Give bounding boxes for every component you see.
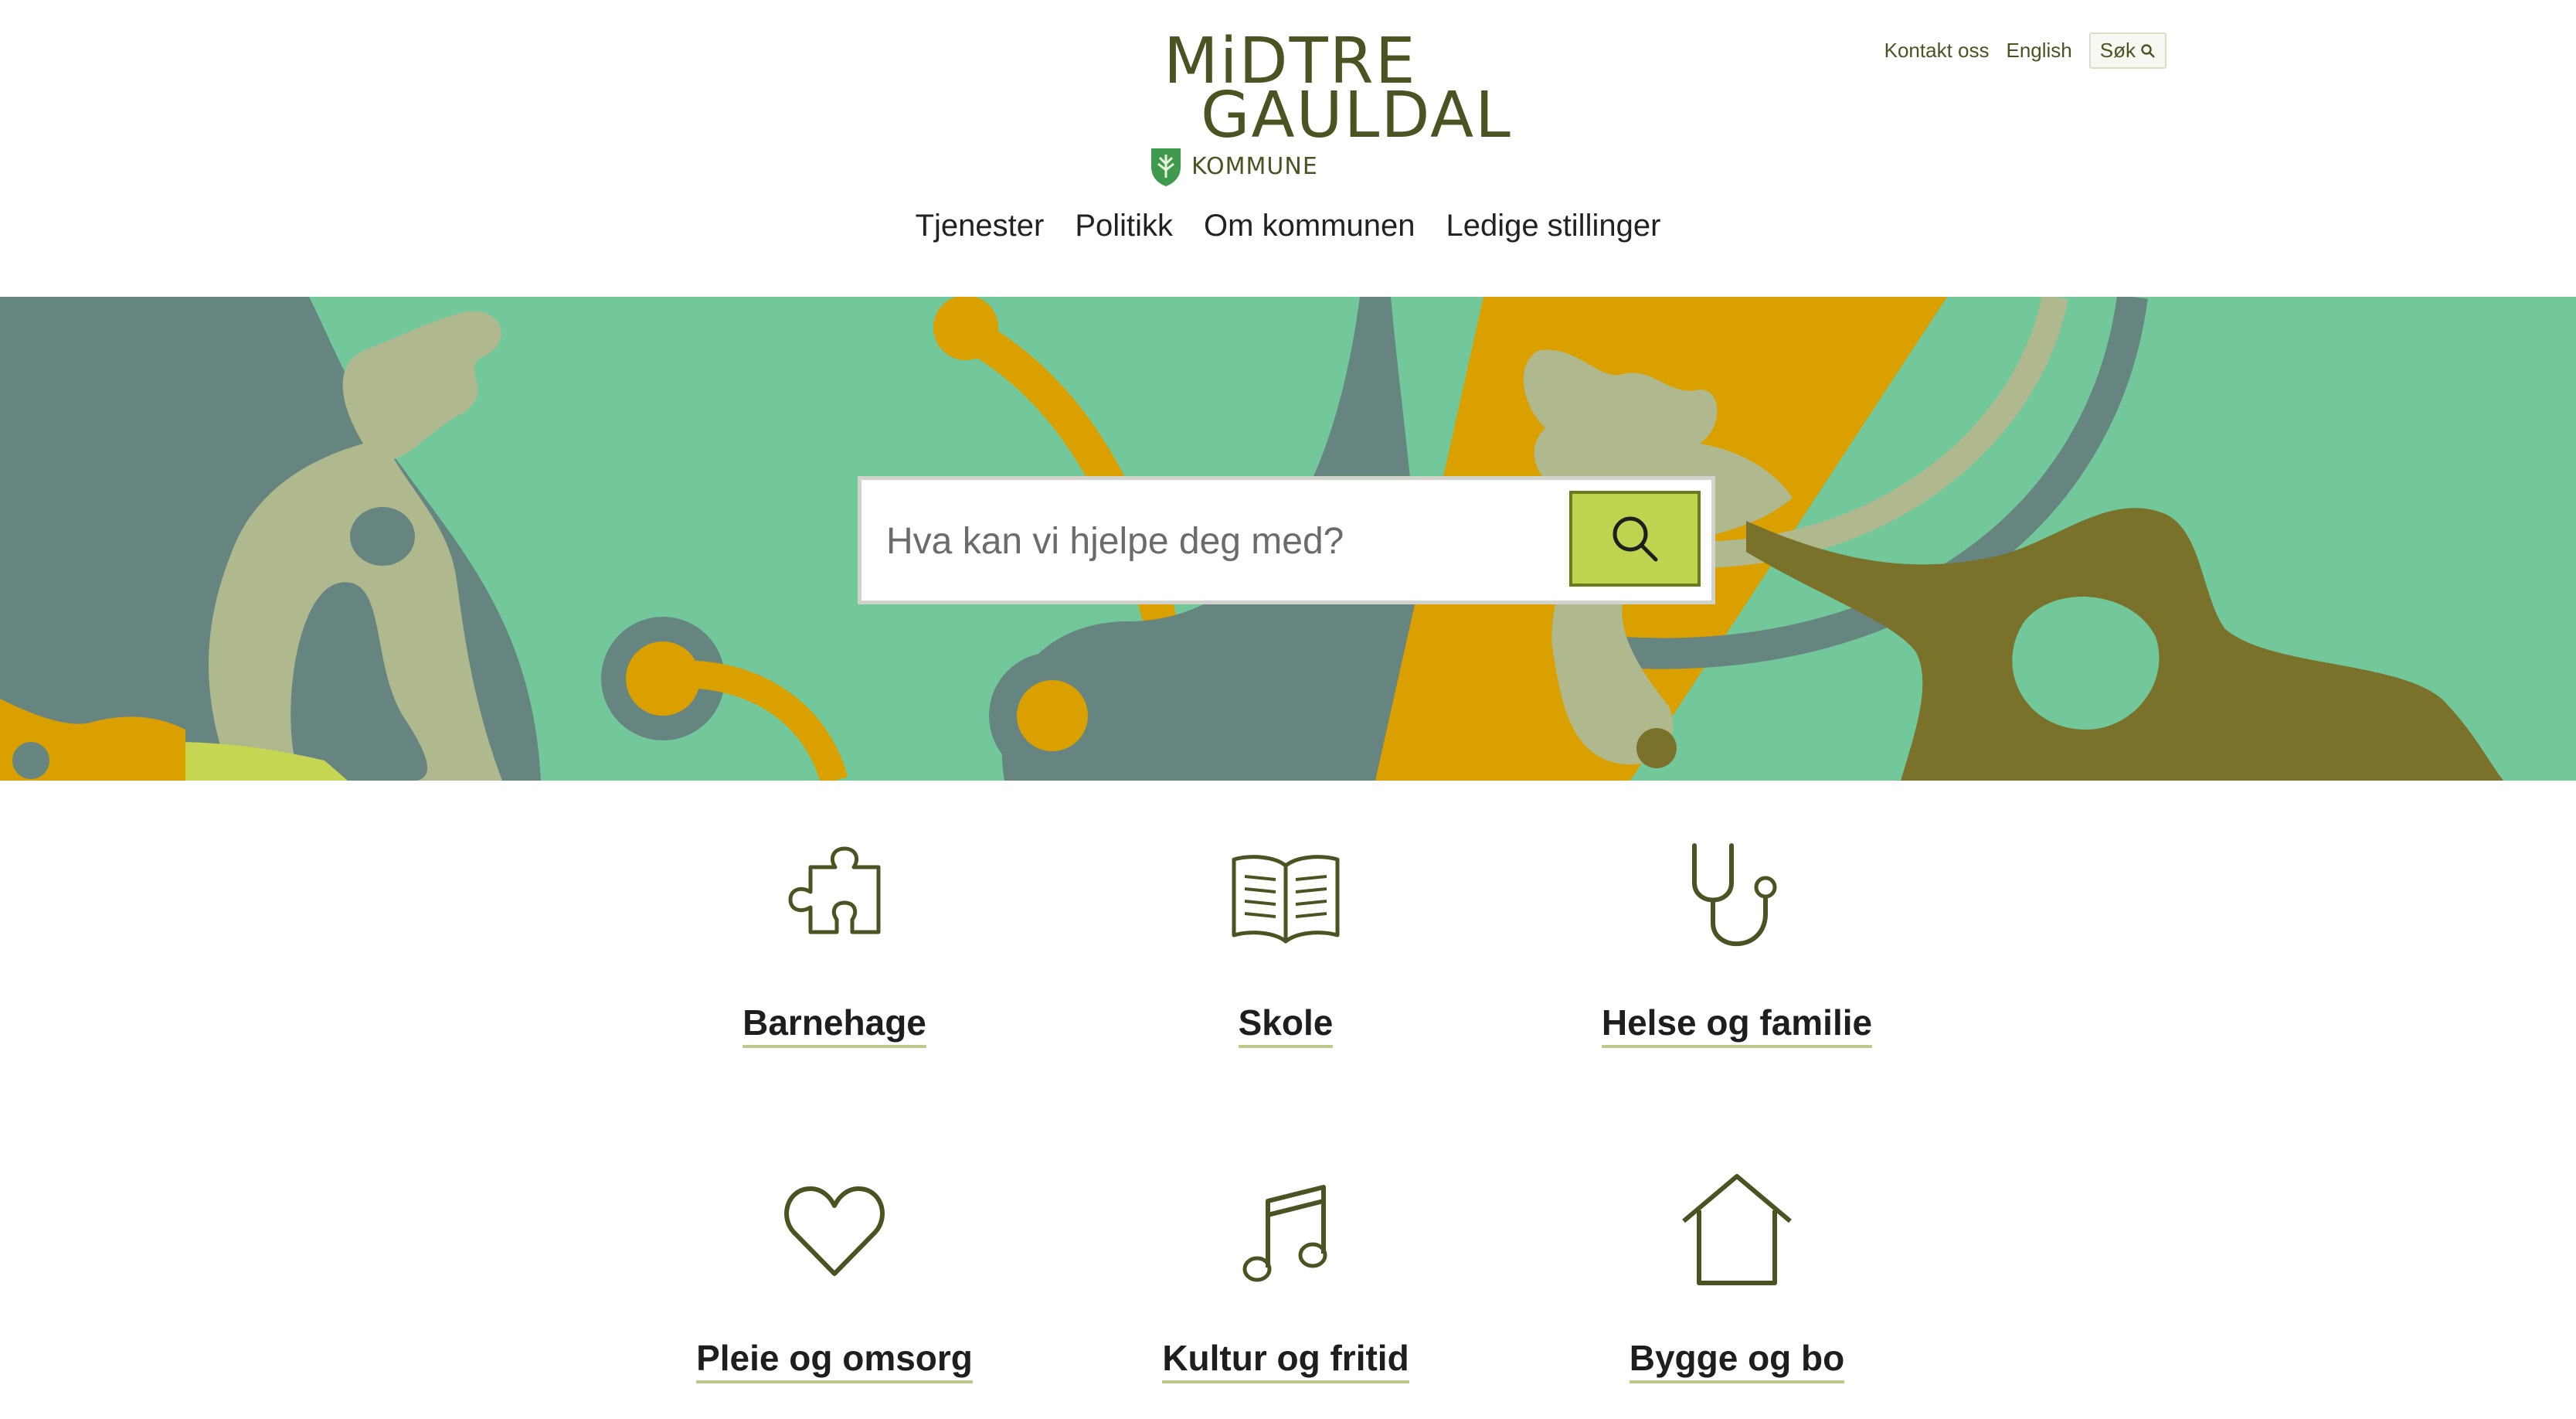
music-note-icon	[1242, 1185, 1327, 1282]
nav-jobs[interactable]: Ledige stillinger	[1446, 209, 1660, 243]
category-tile-skole[interactable]: Skole	[1062, 836, 1510, 1048]
category-tile-barnehage[interactable]: Barnehage	[610, 836, 1059, 1048]
nav-services[interactable]: Tjenester	[916, 209, 1045, 243]
house-icon	[1682, 1174, 1792, 1285]
logo-line-2: GAULDAL	[1201, 79, 1512, 152]
utility-links: Kontakt oss English Søk	[1884, 32, 2166, 69]
contact-link[interactable]: Kontakt oss	[1884, 39, 1990, 63]
hero-search-button[interactable]	[1569, 491, 1701, 587]
category-label: Skole	[1238, 1002, 1334, 1048]
search-toggle-label: Søk	[2099, 39, 2136, 62]
hero-search-box	[858, 476, 1715, 604]
hero-banner	[0, 297, 2576, 781]
category-tile-kultur[interactable]: Kultur og fritid	[1062, 1172, 1510, 1383]
search-toggle-button[interactable]: Søk	[2088, 32, 2166, 69]
search-icon	[1613, 516, 1658, 562]
category-label: Helse og familie	[1601, 1002, 1873, 1048]
logo-subtitle: KOMMUNE	[1191, 153, 1318, 180]
category-tile-helse[interactable]: Helse og familie	[1513, 836, 1961, 1048]
nav-about[interactable]: Om kommunen	[1204, 209, 1415, 243]
heart-icon	[784, 1186, 885, 1276]
hero-search-input[interactable]	[885, 480, 1568, 602]
coat-of-arms-icon	[1151, 148, 1181, 186]
main-navigation: Tjenester Politikk Om kommunen Ledige st…	[0, 209, 2576, 243]
book-icon	[1232, 855, 1340, 944]
nav-politics[interactable]: Politikk	[1075, 209, 1173, 243]
puzzle-icon	[788, 846, 881, 934]
category-label: Bygge og bo	[1629, 1337, 1845, 1383]
category-label: Barnehage	[743, 1002, 926, 1048]
category-label: Kultur og fritid	[1162, 1337, 1409, 1383]
category-tile-bygge[interactable]: Bygge og bo	[1513, 1172, 1961, 1383]
stethoscope-icon	[1692, 843, 1777, 947]
english-link[interactable]: English	[2006, 39, 2071, 63]
site-header: MiDTRE GAULDAL KOMMUNE Kontakt oss Engli…	[0, 0, 2576, 297]
search-icon	[2141, 43, 2155, 58]
category-label: Pleie og omsorg	[696, 1337, 973, 1383]
municipality-logo[interactable]: MiDTRE GAULDAL KOMMUNE	[1147, 23, 1511, 193]
category-tile-pleie[interactable]: Pleie og omsorg	[610, 1172, 1059, 1383]
